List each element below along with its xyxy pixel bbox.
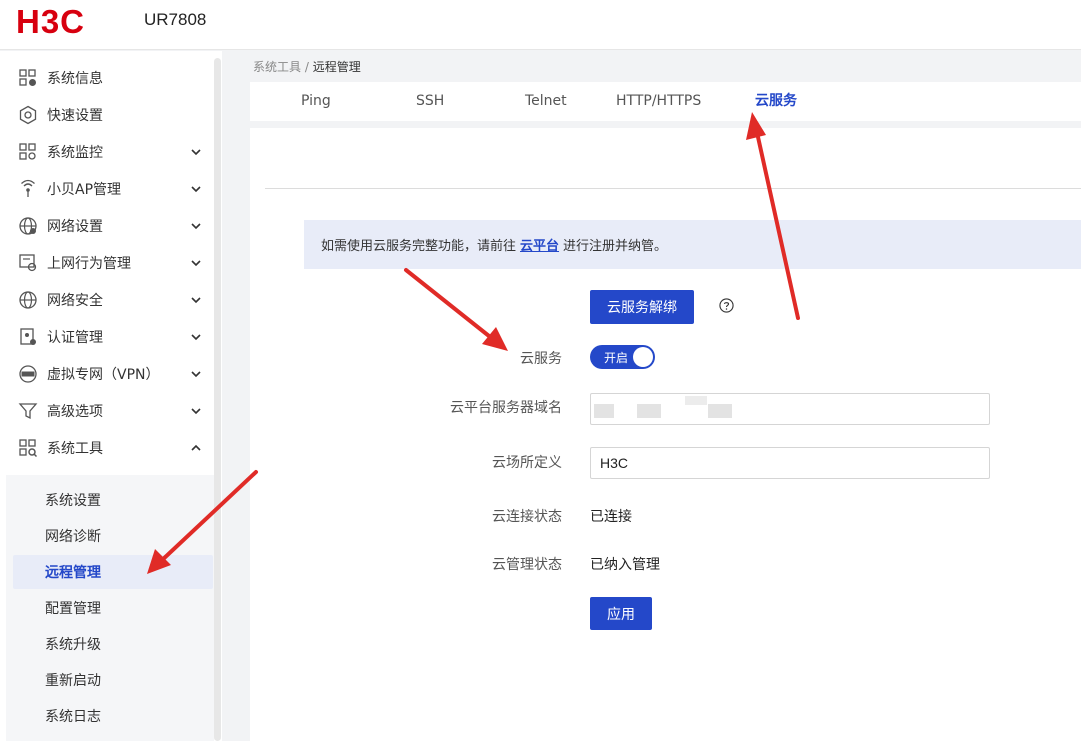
sidebar-item-label: 上网行为管理 xyxy=(47,255,131,272)
sidebar-item-system-monitor[interactable]: 系统监控 xyxy=(0,133,214,170)
sidebar-item-quick-setup[interactable]: 快速设置 xyxy=(0,96,214,133)
tab-ssh[interactable]: SSH xyxy=(416,82,444,121)
sidebar-item-label: 网络安全 xyxy=(47,292,103,309)
blurred-domain-fragment xyxy=(637,404,661,418)
site-name-label: 云场所定义 xyxy=(492,455,562,471)
unbind-cloud-button[interactable]: 云服务解绑 xyxy=(590,290,694,324)
manage-status-label: 云管理状态 xyxy=(492,557,562,573)
sidebar-scrollbar[interactable] xyxy=(214,58,221,741)
server-domain-label: 云平台服务器域名 xyxy=(450,400,562,416)
cloud-platform-link[interactable]: 云平台 xyxy=(520,235,559,254)
device-model: UR7808 xyxy=(144,10,207,29)
system-monitor-icon xyxy=(18,142,38,162)
sidebar-item-vpn[interactable]: 虚拟专网（VPN） xyxy=(0,355,214,392)
top-header: H3C UR7808 xyxy=(0,0,1081,50)
sidebar-item-label: 系统信息 xyxy=(47,70,103,87)
tab-ping[interactable]: Ping xyxy=(301,82,331,121)
sub-item-reboot[interactable]: 重新启动 xyxy=(13,663,213,697)
toggle-text: 开启 xyxy=(604,351,629,365)
system-info-icon xyxy=(18,68,38,88)
chevron-up-icon[interactable] xyxy=(190,442,202,454)
connect-status-label: 云连接状态 xyxy=(492,509,562,525)
help-icon[interactable] xyxy=(719,298,734,313)
auth-management-icon xyxy=(18,327,38,347)
sidebar-item-system-info[interactable]: 系统信息 xyxy=(0,59,214,96)
blurred-domain-fragment xyxy=(708,404,732,418)
breadcrumb: 系统工具 / 远程管理 xyxy=(253,58,361,75)
sidebar-item-label: 高级选项 xyxy=(47,403,103,420)
sidebar-item-label: 系统监控 xyxy=(47,144,103,161)
breadcrumb-parent[interactable]: 系统工具 xyxy=(253,60,301,74)
sidebar-item-label: 网络设置 xyxy=(47,218,103,235)
system-tools-icon xyxy=(18,438,38,458)
sidebar-item-behavior-management[interactable]: 上网行为管理 xyxy=(0,244,214,281)
chevron-down-icon[interactable] xyxy=(190,146,202,158)
manage-status-value: 已纳入管理 xyxy=(590,557,660,573)
blurred-domain-fragment xyxy=(594,404,614,418)
chevron-down-icon[interactable] xyxy=(190,368,202,380)
tab-bar: Ping SSH Telnet HTTP/HTTPS 云服务 xyxy=(250,82,1081,121)
site-name-input[interactable] xyxy=(590,447,990,479)
tab-telnet[interactable]: Telnet xyxy=(525,82,567,121)
chevron-down-icon[interactable] xyxy=(190,331,202,343)
network-settings-icon xyxy=(18,216,38,236)
apply-button[interactable]: 应用 xyxy=(590,597,652,630)
sub-item-config-management[interactable]: 配置管理 xyxy=(13,591,213,625)
sidebar-item-advanced-options[interactable]: 高级选项 xyxy=(0,392,214,429)
notice-text-before: 如需使用云服务完整功能，请前往 xyxy=(321,239,517,254)
section-divider xyxy=(265,188,1081,189)
sub-item-network-diagnosis[interactable]: 网络诊断 xyxy=(13,519,213,553)
chevron-down-icon[interactable] xyxy=(190,183,202,195)
chevron-down-icon[interactable] xyxy=(190,257,202,269)
sidebar-item-ap-management[interactable]: 小贝AP管理 xyxy=(0,170,214,207)
cloud-service-label: 云服务 xyxy=(520,351,562,367)
network-security-icon xyxy=(18,290,38,310)
sidebar-item-network-settings[interactable]: 网络设置 xyxy=(0,207,214,244)
behavior-management-icon xyxy=(18,253,38,273)
tab-cloud-service[interactable]: 云服务 xyxy=(755,82,797,121)
h3c-logo: H3C xyxy=(16,6,85,36)
sidebar-item-system-tools[interactable]: 系统工具 xyxy=(0,429,214,466)
sub-item-system-log[interactable]: 系统日志 xyxy=(13,699,213,733)
vpn-icon xyxy=(18,364,38,384)
sub-item-system-settings[interactable]: 系统设置 xyxy=(13,483,213,517)
breadcrumb-separator: / xyxy=(301,60,313,74)
sub-item-system-upgrade[interactable]: 系统升级 xyxy=(13,627,213,661)
quick-setup-icon xyxy=(18,105,38,125)
sidebar-item-label: 小贝AP管理 xyxy=(47,181,122,198)
sub-item-remote-management[interactable]: 远程管理 xyxy=(13,555,213,589)
sidebar-item-label: 快速设置 xyxy=(47,107,103,124)
sidebar-item-auth-management[interactable]: 认证管理 xyxy=(0,318,214,355)
tab-http-https[interactable]: HTTP/HTTPS xyxy=(616,82,701,121)
ap-management-icon xyxy=(18,179,38,199)
cloud-service-toggle[interactable]: 开启 xyxy=(590,345,655,369)
sidebar-item-network-security[interactable]: 网络安全 xyxy=(0,281,214,318)
breadcrumb-current: 远程管理 xyxy=(312,60,361,74)
cloud-notice: 如需使用云服务完整功能，请前往 云平台 进行注册并纳管。 xyxy=(304,220,1081,269)
chevron-down-icon[interactable] xyxy=(190,405,202,417)
notice-text-after: 进行注册并纳管。 xyxy=(563,239,668,254)
sidebar-item-label: 虚拟专网（VPN） xyxy=(47,366,160,383)
sidebar-item-label: 认证管理 xyxy=(47,329,103,346)
chevron-down-icon[interactable] xyxy=(190,294,202,306)
toggle-knob xyxy=(633,347,653,367)
chevron-down-icon[interactable] xyxy=(190,220,202,232)
svg-text:H3C: H3C xyxy=(16,6,85,36)
blurred-domain-fragment xyxy=(685,396,707,405)
sidebar-item-label: 系统工具 xyxy=(47,440,103,457)
connect-status-value: 已连接 xyxy=(590,509,632,525)
advanced-options-icon xyxy=(18,401,38,421)
